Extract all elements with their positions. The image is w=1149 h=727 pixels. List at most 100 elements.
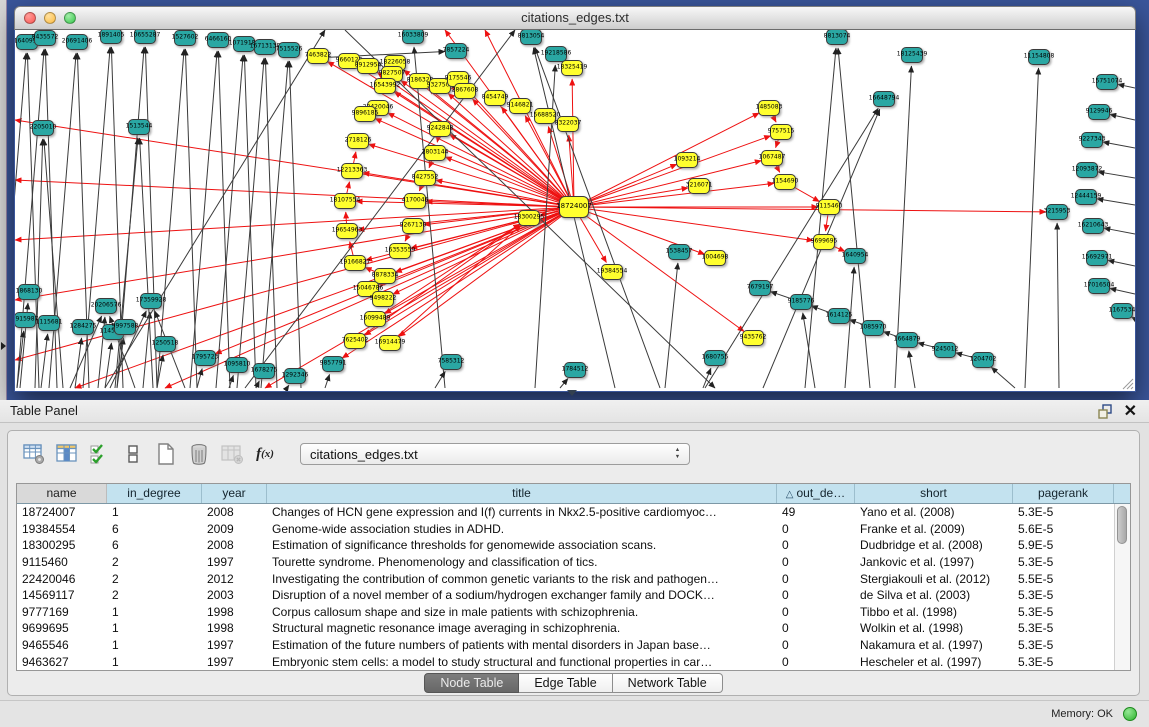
graph-node[interactable]: 1154690 [774,174,796,190]
table-cell[interactable]: 5.6E-5 [1013,522,1114,536]
table-cell[interactable]: Disruption of a novel member of a sodium… [267,588,777,602]
graph-node[interactable]: 6466160 [207,32,229,48]
graph-node[interactable]: 1204702 [972,352,994,368]
network-canvas[interactable]: 1640998843557220691406189140510655287152… [15,30,1135,391]
table-cell[interactable]: Jankovic et al. (1997) [855,555,1013,569]
column-header-year[interactable]: year [202,484,267,503]
graph-node[interactable]: 16210643 [1082,218,1104,234]
graph-node[interactable]: 18325419 [561,60,583,76]
tab-network-table[interactable]: Network Table [613,673,723,693]
graph-node[interactable]: 16648794 [873,91,895,107]
graph-node[interactable]: 12093872 [1076,162,1098,178]
table-cell[interactable]: 5.3E-5 [1013,605,1114,619]
table-cell[interactable]: 9463627 [17,655,107,669]
table-cell[interactable]: 2012 [202,572,267,586]
zoom-window-button[interactable] [64,12,76,24]
table-cell[interactable]: 9777169 [17,605,107,619]
table-cell[interactable]: 0 [777,638,855,652]
table-cell[interactable]: 18724007 [17,505,107,519]
graph-node[interactable]: 1891405 [100,30,122,44]
graph-node[interactable]: 9146821 [509,98,531,114]
graph-node[interactable]: 16543992 [374,78,396,94]
graph-node[interactable]: 9242848 [429,121,451,137]
graph-node[interactable]: 18300295 [518,210,540,226]
graph-node[interactable]: 9267130 [402,218,424,234]
graph-node[interactable]: 20691406 [66,34,88,50]
graph-node[interactable]: 9997588 [114,319,136,335]
graph-node[interactable]: 1614125 [828,308,850,324]
column-header-short[interactable]: short [855,484,1013,503]
table-cell[interactable]: 9465546 [17,638,107,652]
memory-ok-indicator-icon[interactable] [1123,707,1137,721]
graph-node[interactable]: 1085970 [862,320,884,336]
graph-node[interactable]: 9498222 [372,291,394,307]
table-settings-icon[interactable] [20,440,48,468]
table-cell[interactable]: Estimation of the future numbers of pati… [267,638,777,652]
graph-node[interactable]: 8454749 [484,90,506,106]
table-cell[interactable]: 0 [777,588,855,602]
graph-node[interactable]: 19654963 [336,223,358,239]
graph-node[interactable]: 16914479 [379,335,401,351]
table-cell[interactable]: 9115460 [17,555,107,569]
table-cell[interactable]: Structural magnetic resonance image aver… [267,621,777,635]
table-cell[interactable]: 1997 [202,555,267,569]
table-cell[interactable]: 0 [777,555,855,569]
column-header-title[interactable]: title [267,484,777,503]
table-cell[interactable]: Stergiakouli et al. (2012) [855,572,1013,586]
table-cell[interactable]: 2009 [202,522,267,536]
table-cell[interactable]: 1 [107,655,202,669]
table-cell[interactable]: 2008 [202,538,267,552]
column-header-out_de[interactable]: △out_de… [777,484,855,503]
graph-node[interactable]: 7857224 [445,43,467,59]
table-cell[interactable]: 5.3E-5 [1013,621,1114,635]
graph-node[interactable]: 1513544 [128,119,150,135]
table-cell[interactable]: 9699695 [17,621,107,635]
graph-node[interactable]: 9227343 [1081,132,1103,148]
table-cell[interactable]: Corpus callosum shape and size in male p… [267,605,777,619]
split-pane-collapse-icon[interactable] [567,390,577,396]
table-cell[interactable]: 22420046 [17,572,107,586]
table-row[interactable]: 1938455462009Genome-wide association stu… [17,521,1130,538]
graph-node[interactable]: 1640954 [844,248,866,264]
table-cell[interactable]: 1 [107,605,202,619]
window-titlebar[interactable]: citations_edges.txt [14,6,1136,30]
table-cell[interactable]: 1 [107,638,202,652]
table-cell[interactable]: 14569117 [17,588,107,602]
table-cell[interactable]: 5.3E-5 [1013,638,1114,652]
graph-node[interactable]: 7679197 [749,280,771,296]
table-cell[interactable]: 5.5E-5 [1013,572,1114,586]
table-row[interactable]: 969969511998Structural magnetic resonanc… [17,620,1130,637]
table-cell[interactable]: 19384554 [17,522,107,536]
graph-node[interactable]: 1680755 [704,350,726,366]
graph-node[interactable]: 18107554 [334,193,356,209]
graph-node[interactable]: 1284275 [72,319,94,335]
graph-node[interactable]: 7515526 [278,42,300,58]
table-cell[interactable]: 2 [107,572,202,586]
graph-node[interactable]: 16353559 [389,243,411,259]
table-cell[interactable]: Tibbo et al. (1998) [855,605,1013,619]
graph-node[interactable]: 16099489 [364,311,386,327]
graph-node[interactable]: 1115681 [38,315,60,331]
graph-node[interactable]: 9896185 [354,106,376,122]
table-cell[interactable]: de Silva et al. (2003) [855,588,1013,602]
graph-hub-node[interactable]: 18724007 [559,196,589,218]
graph-node[interactable]: 1538457 [668,244,690,260]
graph-node[interactable]: 7625402 [344,333,366,349]
graph-node[interactable]: 1664879 [896,332,918,348]
table-cell[interactable]: Tourette syndrome. Phenomenology and cla… [267,555,777,569]
table-cell[interactable]: 5.3E-5 [1013,655,1114,669]
graph-node[interactable]: 1784512 [564,362,586,378]
column-header-in_degree[interactable]: in_degree [107,484,202,503]
graph-node[interactable]: 2803144 [424,145,446,161]
table-cell[interactable]: Changes of HCN gene expression and I(f) … [267,505,777,519]
graph-node[interactable]: 9129946 [1088,104,1110,120]
graph-node[interactable]: 1678275 [253,363,275,379]
table-cell[interactable]: Genome-wide association studies in ADHD. [267,522,777,536]
graph-node[interactable]: 9757515 [770,124,792,140]
graph-node[interactable]: 10655287 [134,30,156,44]
table-cell[interactable]: 5.3E-5 [1013,555,1114,569]
graph-node[interactable]: 1527602 [174,30,196,46]
graph-node[interactable]: 1167534 [1111,303,1133,319]
table-row[interactable]: 1872400712008Changes of HCN gene express… [17,504,1130,521]
table-row[interactable]: 1456911722003Disruption of a novel membe… [17,587,1130,604]
